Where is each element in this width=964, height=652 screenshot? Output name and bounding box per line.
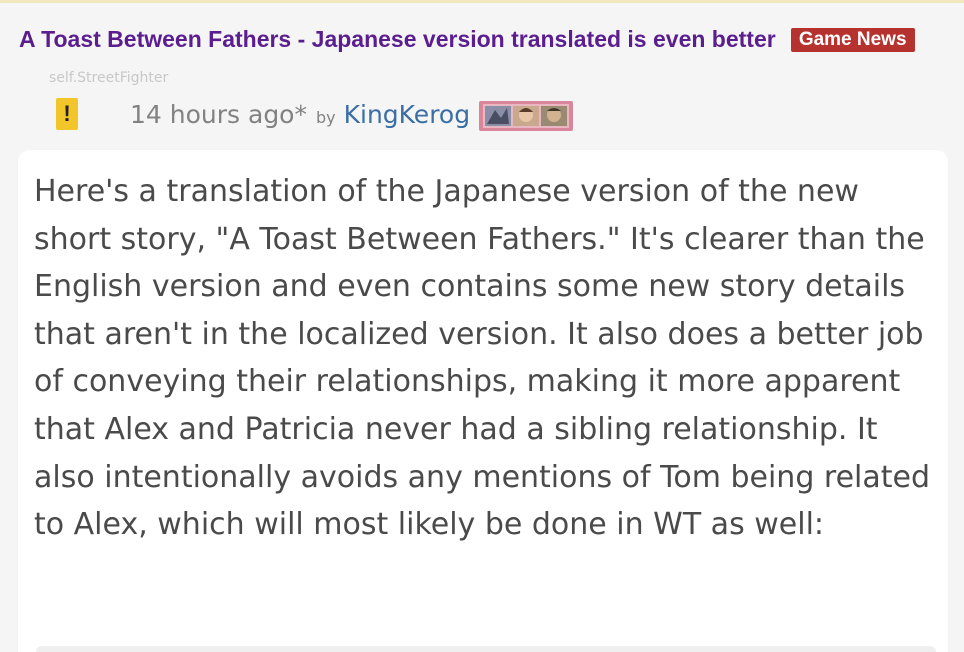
post-domain-link[interactable]: self.StreetFighter	[49, 70, 168, 86]
post-body-text: Here's a translation of the Japanese ver…	[34, 174, 931, 543]
author-link[interactable]: KingKerog	[344, 100, 470, 129]
post-time: 14 hours ago*	[130, 99, 307, 129]
embedded-block	[36, 646, 936, 652]
post-body-card: Here's a translation of the Japanese ver…	[18, 150, 948, 652]
top-accent-bar	[0, 0, 964, 3]
warning-icon: !	[56, 98, 78, 130]
post-title-link[interactable]: A Toast Between Fathers - Japanese versi…	[19, 26, 776, 52]
post-meta: ! 14 hours ago* by KingKerog	[56, 96, 574, 132]
post-header: A Toast Between Fathers - Japanese versi…	[19, 21, 919, 99]
post-flair-badge[interactable]: Game News	[790, 28, 915, 52]
character-portraits-icon	[479, 101, 574, 131]
by-label: by	[315, 107, 336, 127]
post-page: A Toast Between Fathers - Japanese versi…	[0, 0, 964, 652]
